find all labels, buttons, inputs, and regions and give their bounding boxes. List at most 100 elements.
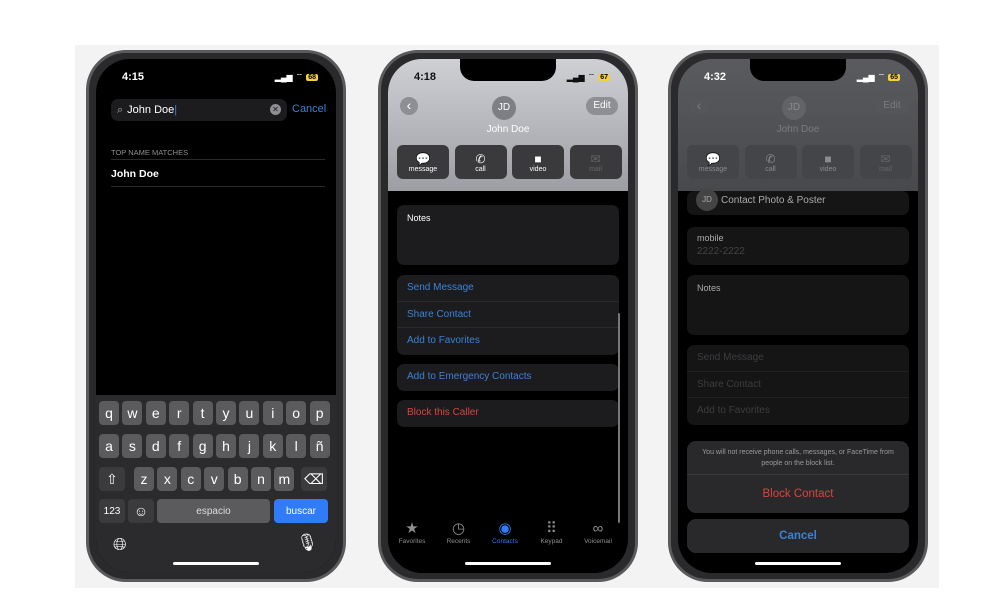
edit-button[interactable]: Edit — [876, 97, 908, 115]
send-message-link[interactable]: Send Message — [687, 345, 909, 372]
key-b[interactable]: b — [227, 467, 248, 491]
tab-favorites[interactable]: ★ Favorites — [390, 520, 434, 545]
tab-voicemail[interactable]: ∞ Voicemail — [576, 520, 620, 545]
share-contact-link[interactable]: Share Contact — [397, 302, 619, 328]
key-z[interactable]: z — [134, 467, 154, 491]
cancel-button[interactable]: Cancel — [687, 519, 909, 553]
key-e[interactable]: e — [145, 401, 166, 425]
block-caller-button[interactable]: Block this Caller — [397, 400, 619, 427]
video-button[interactable]: ■ video — [802, 145, 854, 179]
mobile-label: mobile — [697, 233, 724, 243]
key-f[interactable]: f — [169, 434, 190, 458]
tab-recents[interactable]: ◷ Recents — [437, 520, 481, 545]
key-o[interactable]: o — [286, 401, 307, 425]
sheet-message: You will not receive phone calls, messag… — [687, 441, 909, 475]
notch — [750, 59, 846, 81]
key-ñ[interactable]: ñ — [309, 434, 330, 458]
avatar: JD — [492, 96, 516, 120]
key-r[interactable]: r — [169, 401, 190, 425]
video-button[interactable]: ■ video — [512, 145, 564, 179]
home-indicator — [465, 562, 551, 565]
globe-icon[interactable]: 🌐︎ — [113, 535, 127, 555]
key-t[interactable]: t — [192, 401, 213, 425]
key-p[interactable]: p — [309, 401, 330, 425]
emoji-key[interactable]: ☺ — [128, 499, 154, 523]
key-s[interactable]: s — [122, 434, 143, 458]
wifi-icon: ⌔ — [587, 72, 596, 81]
tab-label: Contacts — [492, 538, 518, 545]
message-button[interactable]: 💬 message — [397, 145, 449, 179]
signal-icon: ▂▄▆ — [566, 72, 585, 82]
search-key[interactable]: buscar — [274, 499, 328, 523]
key-g[interactable]: g — [192, 434, 213, 458]
status-time: 4:18 — [414, 71, 437, 83]
actions-card: Send Message Share Contact Add to Favorite… — [687, 345, 909, 425]
notes-label: Notes — [697, 283, 721, 293]
status-time: 4:32 — [704, 71, 727, 83]
home-indicator — [755, 562, 841, 565]
block-card: Block this Caller — [397, 400, 619, 427]
key-u[interactable]: u — [239, 401, 260, 425]
mail-button[interactable]: ✉ mail — [569, 145, 622, 179]
actions-card: Send Message Share Contact Add to Favorite… — [397, 275, 619, 355]
microphone-icon[interactable]: 🎙︎ — [296, 533, 318, 553]
add-to-favorites-link[interactable]: Add to Favorites — [687, 398, 909, 425]
key-x[interactable]: x — [157, 467, 178, 491]
tab-keypad[interactable]: ⠿ Keypad — [530, 520, 574, 545]
key-c[interactable]: c — [180, 467, 201, 491]
key-h[interactable]: h — [216, 434, 236, 458]
space-key[interactable]: espacio — [157, 499, 270, 523]
add-to-favorites-link[interactable]: Add to Favorites — [397, 328, 619, 355]
add-emergency-contact[interactable]: Add to Emergency Contacts — [397, 364, 619, 391]
call-button[interactable]: ✆ call — [454, 145, 507, 179]
cancel-button[interactable]: Cancel — [292, 103, 326, 115]
mobile-card[interactable]: mobile 2222-2222 — [687, 227, 909, 265]
message-button[interactable]: 💬 message — [687, 145, 739, 179]
status-icons: ▂▄▆ ⌔ 65 — [857, 72, 900, 82]
key-w[interactable]: w — [122, 401, 143, 425]
contact-photo-row[interactable]: JD Contact Photo & Poster — [687, 189, 909, 215]
shift-key[interactable]: ⇧ — [99, 467, 125, 491]
back-button[interactable]: ‹ — [400, 97, 418, 115]
backspace-key[interactable]: ⌫ — [301, 467, 327, 491]
status-time: 4:15 — [122, 71, 145, 83]
edit-button[interactable]: Edit — [586, 97, 618, 115]
send-message-link[interactable]: Send Message — [397, 275, 619, 302]
scrollbar[interactable] — [618, 313, 620, 523]
screen: 4:18 ▂▄▆ ⌔ 67 ‹ Edit JD John Doe 💬 message ✆… — [388, 59, 628, 573]
key-y[interactable]: y — [216, 401, 236, 425]
call-label: call — [475, 165, 486, 173]
key-a[interactable]: a — [99, 434, 119, 458]
key-q[interactable]: q — [99, 401, 119, 425]
notes-card[interactable]: Notes — [687, 275, 909, 335]
divider — [111, 186, 325, 187]
key-l[interactable]: l — [286, 434, 307, 458]
battery-icon: 67 — [598, 73, 610, 81]
favorites-icon: ★ — [405, 520, 419, 537]
key-d[interactable]: d — [145, 434, 166, 458]
block-contact-button[interactable]: Block Contact — [687, 475, 909, 513]
tab-contacts[interactable]: ◉ Contacts — [483, 520, 527, 545]
key-v[interactable]: v — [204, 467, 225, 491]
notch — [460, 59, 556, 81]
share-contact-link[interactable]: Share Contact — [687, 372, 909, 398]
result-item[interactable]: John Doe — [111, 168, 159, 180]
back-button[interactable]: ‹ — [690, 97, 708, 115]
call-label: call — [765, 165, 776, 173]
divider — [111, 159, 325, 160]
mail-icon: ✉ — [880, 151, 891, 166]
key-i[interactable]: i — [262, 401, 283, 425]
search-input[interactable]: ⌕ John Doe | ✕ — [111, 99, 287, 121]
numbers-key[interactable]: 123 — [99, 499, 125, 523]
signal-icon: ▂▄▆ — [856, 72, 875, 82]
mail-button[interactable]: ✉ mail — [859, 145, 912, 179]
key-m[interactable]: m — [274, 467, 295, 491]
screen: 4:15 ▂▄▆ ⌔ 68 ⌕ John Doe | ✕ Cancel TOP NAM… — [96, 59, 336, 573]
key-n[interactable]: n — [251, 467, 271, 491]
key-k[interactable]: k — [262, 434, 283, 458]
clear-icon[interactable]: ✕ — [270, 104, 281, 115]
recents-icon: ◷ — [451, 520, 466, 537]
key-j[interactable]: j — [239, 434, 260, 458]
call-button[interactable]: ✆ call — [744, 145, 797, 179]
notes-card[interactable]: Notes — [397, 205, 619, 265]
